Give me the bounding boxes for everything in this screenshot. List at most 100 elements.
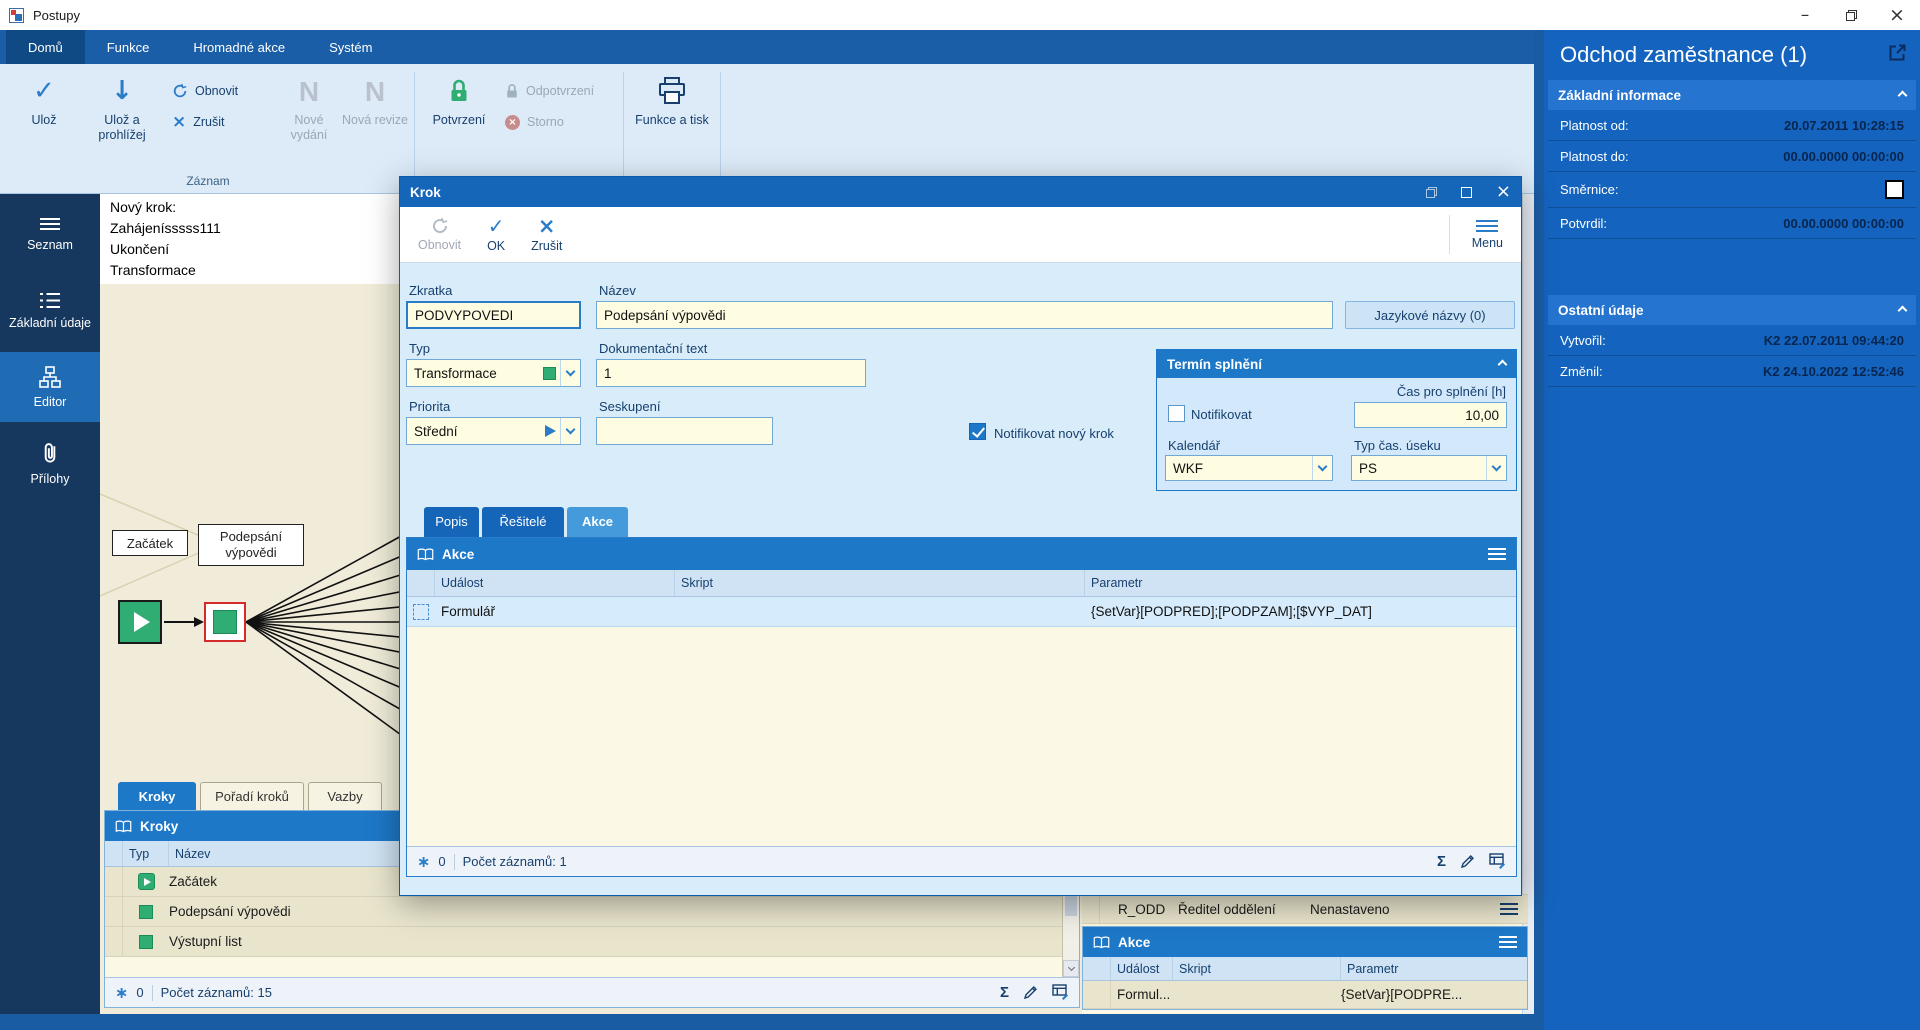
zrusit-button[interactable]: × Zrušit bbox=[168, 111, 272, 133]
column-skript[interactable]: Skript bbox=[675, 570, 1085, 596]
column-parametr[interactable]: Parametr bbox=[1341, 957, 1527, 980]
dialog-close-button[interactable]: × bbox=[1496, 183, 1511, 201]
grid-edit-icon[interactable] bbox=[1052, 984, 1069, 1001]
filter-icon[interactable]: ∗ bbox=[417, 852, 430, 871]
filter-icon[interactable]: ∗ bbox=[115, 983, 128, 1002]
typ-combobox[interactable]: Transformace bbox=[406, 359, 581, 387]
menu-icon[interactable] bbox=[1499, 936, 1517, 948]
sidebar-item-zakladni-udaje[interactable]: Základní údaje bbox=[0, 276, 100, 346]
lock-icon bbox=[448, 74, 470, 108]
row-selector[interactable] bbox=[105, 897, 123, 926]
row-selector[interactable] bbox=[105, 927, 123, 956]
edit-icon[interactable] bbox=[1460, 854, 1475, 869]
row-selector[interactable] bbox=[105, 867, 123, 896]
table-row[interactable]: R_ODD Ředitel oddělení Nenastaveno bbox=[1082, 894, 1528, 924]
potvrzeni-button[interactable]: Potvrzení bbox=[421, 70, 497, 128]
obnovit-button[interactable]: Obnovit bbox=[168, 80, 272, 102]
ribbon-group-ostatni: Funkce a tisk Ostatní bbox=[628, 68, 716, 190]
dialog-menu-button[interactable]: Menu bbox=[1462, 218, 1513, 252]
table-row[interactable]: Podepsání výpovědi bbox=[105, 897, 1079, 927]
dokumentacni-text-input[interactable] bbox=[596, 359, 866, 387]
menu-icon[interactable] bbox=[1488, 548, 1506, 560]
notifikovat-checkbox[interactable] bbox=[1168, 405, 1185, 422]
n-icon: N bbox=[298, 75, 320, 107]
sum-icon[interactable]: Σ bbox=[1437, 853, 1446, 870]
filter-count: 0 bbox=[438, 854, 446, 869]
section-header-zakladni-informace[interactable]: Základní informace bbox=[1548, 80, 1916, 110]
zkratka-input[interactable] bbox=[406, 301, 581, 329]
scroll-down-button[interactable] bbox=[1063, 960, 1079, 977]
funkce-a-tisk-button[interactable]: Funkce a tisk bbox=[630, 70, 714, 128]
table-row[interactable]: Výstupní list bbox=[105, 927, 1079, 957]
dialog-obnovit-button[interactable]: Obnovit bbox=[408, 215, 471, 254]
edit-icon[interactable] bbox=[1023, 985, 1038, 1000]
close-button[interactable]: × bbox=[1874, 0, 1920, 30]
section-ostatni-udaje: Ostatní údaje Vytvořil: K2 22.07.2011 09… bbox=[1544, 295, 1920, 387]
kroky-status-bar: ∗ 0 Počet záznamů: 15 Σ bbox=[105, 977, 1079, 1007]
chevron-down-icon bbox=[560, 360, 580, 386]
dialog-tab-popis[interactable]: Popis bbox=[424, 507, 479, 537]
table-row-selected[interactable]: Formulář {SetVar}[PODPRED];[PODPZAM];[$V… bbox=[407, 597, 1516, 627]
jazykove-nazvy-button[interactable]: Jazykové názvy (0) bbox=[1345, 301, 1515, 329]
ribbon-tab-hromadne-akce[interactable]: Hromadné akce bbox=[171, 30, 307, 64]
table-row[interactable]: Formul... {SetVar}[PODPRE... bbox=[1083, 981, 1527, 1009]
selector-column bbox=[407, 570, 435, 596]
dialog-maximize-button[interactable] bbox=[1460, 186, 1472, 198]
detail-list-icon bbox=[40, 293, 60, 308]
dialog-zrusit-button[interactable]: × Zrušit bbox=[521, 214, 572, 255]
row-selector[interactable] bbox=[1083, 981, 1111, 1008]
typ-cas-useku-combobox[interactable]: PS bbox=[1351, 455, 1507, 481]
dialog-ok-button[interactable]: ✓ OK bbox=[471, 214, 521, 255]
button-label: Menu bbox=[1471, 235, 1503, 250]
smernice-checkbox[interactable] bbox=[1885, 180, 1904, 199]
ribbon-group-stav: Potvrzení Odpotvrzení × Storno Stav bbox=[419, 68, 619, 190]
notifikovat-novy-krok-checkbox[interactable] bbox=[969, 423, 986, 440]
storno-button[interactable]: × Storno bbox=[501, 111, 613, 133]
start-node-label[interactable]: Začátek bbox=[112, 530, 188, 556]
tab-kroky[interactable]: Kroky bbox=[118, 782, 196, 810]
column-typ[interactable]: Typ bbox=[123, 841, 169, 866]
selected-step-node[interactable] bbox=[204, 602, 246, 642]
open-in-window-icon[interactable] bbox=[1887, 42, 1908, 63]
kalendar-combobox[interactable]: WKF bbox=[1165, 455, 1333, 481]
odpotvrzeni-button[interactable]: Odpotvrzení bbox=[501, 80, 613, 102]
field-row: Změnil: K2 24.10.2022 12:52:46 bbox=[1548, 356, 1916, 387]
grid-edit-icon[interactable] bbox=[1489, 853, 1506, 870]
column-parametr[interactable]: Parametr bbox=[1085, 570, 1516, 596]
row-selector[interactable] bbox=[407, 597, 435, 626]
seskupeni-input[interactable] bbox=[596, 417, 773, 445]
priorita-combobox[interactable]: Střední bbox=[406, 417, 581, 445]
column-skript[interactable]: Skript bbox=[1173, 957, 1341, 980]
button-label: Storno bbox=[527, 115, 564, 129]
termin-panel-header[interactable]: Termín splnění bbox=[1157, 350, 1516, 378]
uloz-button[interactable]: ✓ Ulož bbox=[8, 70, 80, 128]
column-udalost[interactable]: Událost bbox=[435, 570, 675, 596]
ribbon-tab-system[interactable]: Systém bbox=[307, 30, 394, 64]
sum-icon[interactable]: Σ bbox=[1000, 984, 1009, 1001]
start-node[interactable] bbox=[118, 600, 162, 644]
column-udalost[interactable]: Událost bbox=[1111, 957, 1173, 980]
nove-vydani-button[interactable]: N Nové vydání bbox=[276, 70, 342, 143]
nazev-input[interactable] bbox=[596, 301, 1333, 329]
step-node-label[interactable]: Podepsání výpovědi bbox=[198, 524, 304, 566]
sidebar-item-prilohy[interactable]: Přílohy bbox=[0, 428, 100, 498]
section-header-ostatni-udaje[interactable]: Ostatní údaje bbox=[1548, 295, 1916, 325]
ribbon-tab-funkce[interactable]: Funkce bbox=[85, 30, 172, 64]
menu-icon[interactable] bbox=[1500, 903, 1518, 915]
uloz-a-prohlizej-button[interactable]: ↓ Ulož a prohlížej bbox=[80, 70, 164, 143]
dialog-tab-resitele[interactable]: Řešitelé bbox=[482, 507, 564, 537]
row-selector[interactable] bbox=[1082, 895, 1100, 923]
panel-splitter[interactable] bbox=[1534, 30, 1544, 1030]
cas-pro-splneni-input[interactable] bbox=[1354, 402, 1507, 428]
nova-revize-button[interactable]: N Nová revize bbox=[342, 70, 408, 128]
dialog-tab-akce[interactable]: Akce bbox=[567, 507, 628, 537]
ribbon-tab-domu[interactable]: Domů bbox=[6, 30, 85, 64]
vertical-scrollbar[interactable] bbox=[1522, 194, 1534, 1014]
restore-button[interactable] bbox=[1828, 0, 1874, 30]
tab-vazby[interactable]: Vazby bbox=[308, 782, 382, 810]
sidebar-item-editor[interactable]: Editor bbox=[0, 352, 100, 422]
sidebar-item-seznam[interactable]: Seznam bbox=[0, 200, 100, 270]
tab-poradi-kroku[interactable]: Pořadí kroků bbox=[200, 782, 304, 810]
dialog-restore-button[interactable] bbox=[1425, 186, 1437, 198]
minimize-button[interactable]: – bbox=[1782, 0, 1828, 30]
